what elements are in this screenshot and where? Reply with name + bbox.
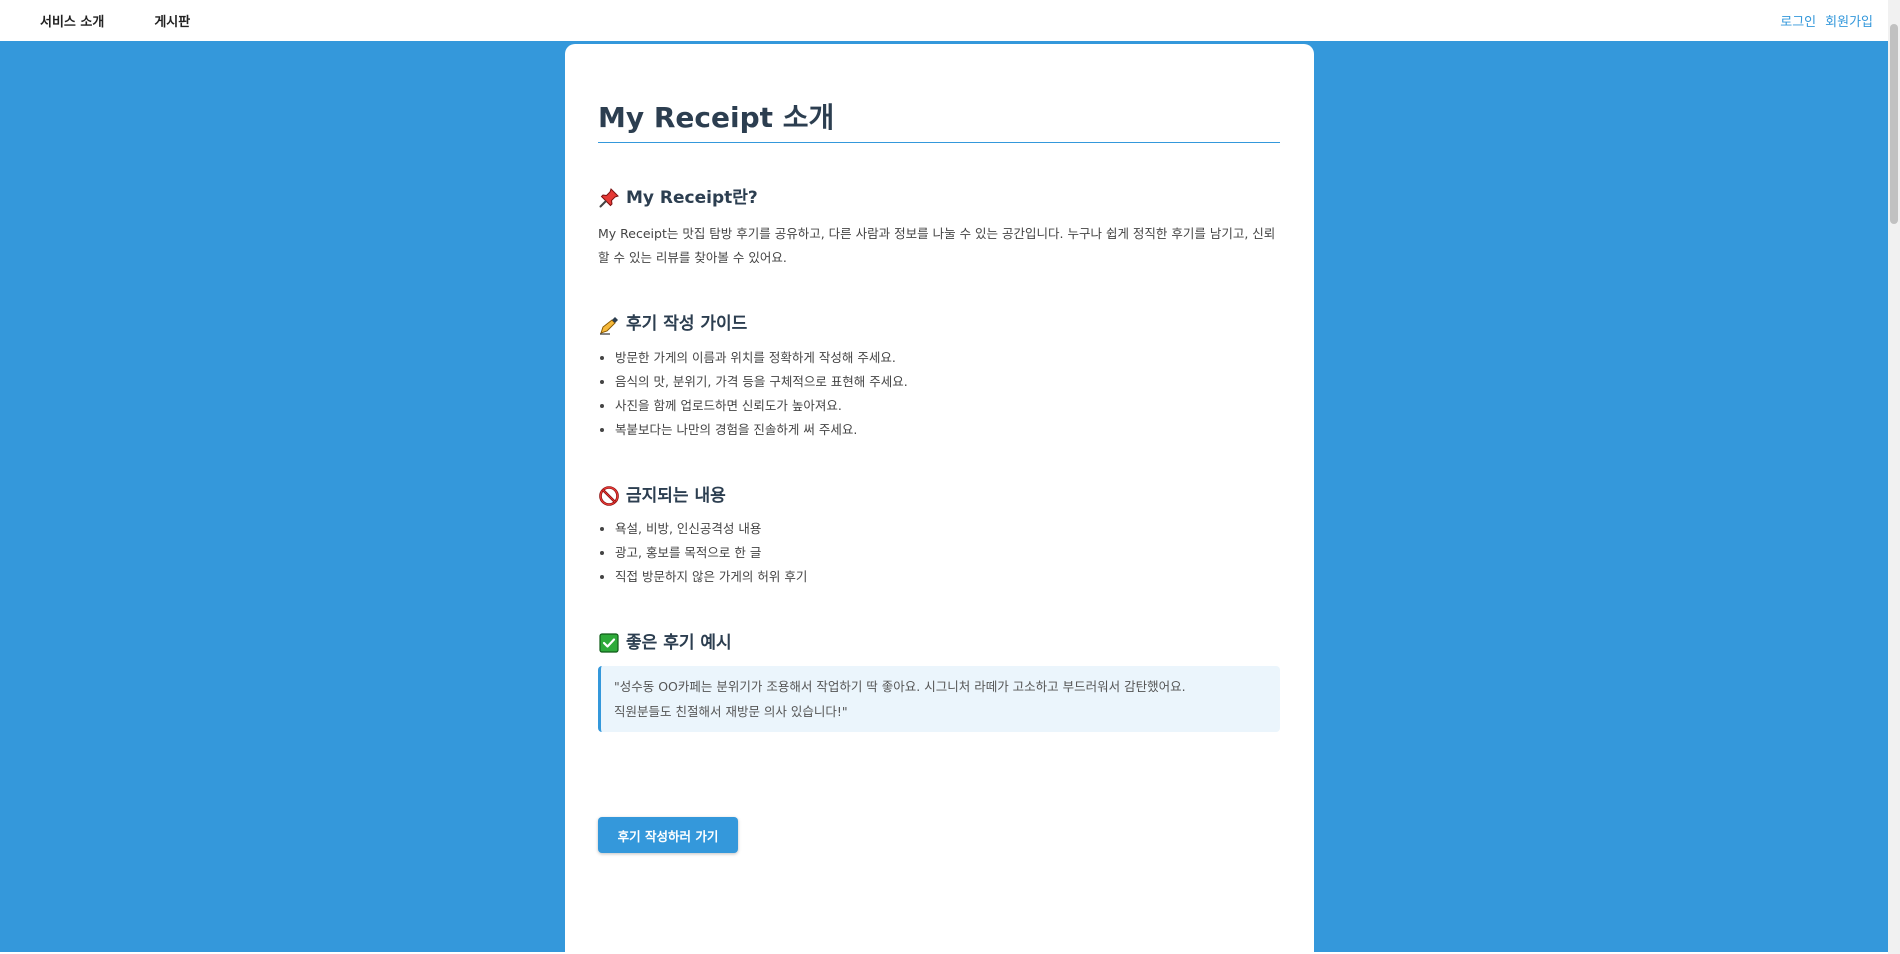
list-item: 방문한 가게의 이름과 위치를 정확하게 작성해 주세요. [615,346,1280,370]
content-card: My Receipt 소개 My Receipt란? My Receipt는 맛… [565,44,1314,952]
example-line: "성수동 OO카페는 분위기가 조용해서 작업하기 딱 좋아요. 시그니처 라떼… [614,678,1186,694]
list-item: 복붙보다는 나만의 경험을 진솔하게 써 주세요. [615,418,1280,442]
example-review-quote: "성수동 OO카페는 분위기가 조용해서 작업하기 딱 좋아요. 시그니처 라떼… [598,665,1280,732]
section-heading-about: My Receipt란? [598,187,1280,209]
nav-link-board[interactable]: 게시판 [154,11,190,30]
section-heading-prohibited: 금지되는 내용 [598,485,1280,507]
list-item: 직접 방문하지 않은 가게의 허위 후기 [615,565,1280,589]
list-item: 광고, 홍보를 목적으로 한 글 [615,541,1280,565]
writing-hand-icon [598,314,620,336]
main-nav: 서비스 소개 게시판 [40,0,190,41]
list-item: 음식의 맛, 분위기, 가격 등을 구체적으로 표현해 주세요. [615,370,1280,394]
top-navigation-bar: 서비스 소개 게시판 로그인 회원가입 [0,0,1888,41]
nav-link-service-intro[interactable]: 서비스 소개 [40,11,104,30]
list-item: 욕설, 비방, 인신공격성 내용 [615,517,1280,541]
list-item: 사진을 함께 업로드하면 신뢰도가 높아져요. [615,394,1280,418]
section-heading-guide: 후기 작성 가이드 [598,313,1280,335]
login-link[interactable]: 로그인 [1780,11,1816,30]
check-mark-icon [598,632,620,654]
section-heading-text: My Receipt란? [626,188,758,209]
page-title: My Receipt 소개 [598,100,1280,144]
section-heading-example: 좋은 후기 예시 [598,632,1280,654]
prohibited-list: 욕설, 비방, 인신공격성 내용 광고, 홍보를 목적으로 한 글 직접 방문하… [598,517,1280,589]
about-paragraph: My Receipt는 맛집 탐방 후기를 공유하고, 다른 사람과 정보를 나… [598,226,1276,266]
write-review-button[interactable]: 후기 작성하러 가기 [598,817,738,853]
vertical-scrollbar[interactable] [1888,0,1900,954]
section-heading-text: 후기 작성 가이드 [626,314,748,335]
guide-list: 방문한 가게의 이름과 위치를 정확하게 작성해 주세요. 음식의 맛, 분위기… [598,346,1280,442]
prohibited-icon [598,485,620,507]
example-line: 직원분들도 친절해서 재방문 의사 있습니다!" [614,703,848,719]
signup-link[interactable]: 회원가입 [1825,11,1873,30]
section-heading-text: 금지되는 내용 [626,485,726,506]
scrollbar-thumb[interactable] [1890,24,1898,224]
auth-nav: 로그인 회원가입 [1780,0,1873,41]
pushpin-icon [598,187,620,209]
section-heading-text: 좋은 후기 예시 [626,632,732,653]
